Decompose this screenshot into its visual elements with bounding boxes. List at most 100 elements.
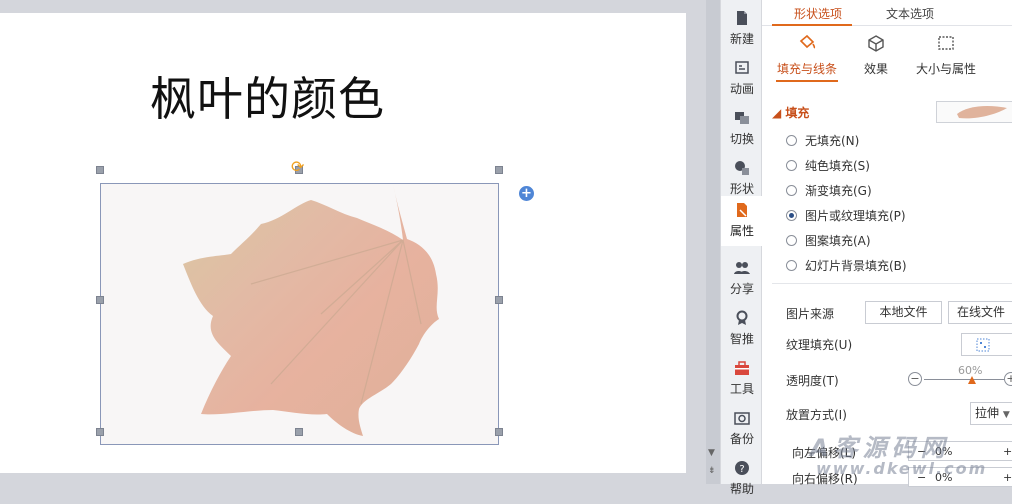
radio-button[interactable] (786, 185, 797, 196)
panel-subtabs: 填充与线条 效果 大小与属性 (762, 34, 1012, 84)
subtab-effects[interactable]: 效果 (858, 34, 894, 77)
resize-handle-top-left[interactable] (96, 166, 104, 174)
active-tab-indicator (772, 24, 852, 26)
collapse-triangle-icon: ◢ (772, 106, 782, 120)
radio-button[interactable] (786, 135, 797, 146)
placement-label: 放置方式(I) (786, 408, 847, 422)
online-file-button[interactable]: 在线文件 (948, 301, 1012, 324)
sidebar-item-label: 分享 (729, 282, 754, 296)
texture-fill-dropdown[interactable] (961, 333, 1012, 356)
sidebar-item-label: 智推 (729, 332, 754, 346)
resize-handle-bottom-left[interactable] (96, 428, 104, 436)
fill-option-label: 渐变填充(G) (805, 184, 872, 198)
fill-option-label: 图片或纹理填充(P) (805, 209, 906, 223)
fill-option-solid[interactable]: 纯色填充(S) (786, 157, 870, 175)
vertical-scrollbar[interactable]: ▼ ⇟ (706, 0, 720, 484)
rotate-handle-icon[interactable]: ⟳ (291, 159, 304, 175)
resize-handle-top-right[interactable] (495, 166, 503, 174)
resize-handle-right[interactable] (495, 296, 503, 304)
sidebar-item-animation[interactable]: 动画 (721, 54, 763, 104)
increment-icon[interactable]: + (1003, 471, 1012, 484)
sidebar-item-help[interactable]: ? 帮助 (721, 454, 763, 504)
resize-handle-bottom-right[interactable] (495, 428, 503, 436)
sidebar-item-smart-recommend[interactable]: 智推 (721, 304, 763, 354)
sidebar-item-label: 形状 (729, 182, 754, 196)
leaf-picture[interactable] (100, 183, 499, 445)
fill-option-pattern[interactable]: 图案填充(A) (786, 232, 871, 250)
radio-button-checked[interactable] (786, 210, 797, 221)
section-divider (772, 283, 1012, 284)
cube-icon (868, 35, 884, 52)
shapes-icon (735, 161, 749, 175)
subtab-label: 大小与属性 (915, 62, 976, 76)
radio-button[interactable] (786, 260, 797, 271)
radio-button[interactable] (786, 160, 797, 171)
transparency-slider[interactable] (924, 379, 1004, 380)
fill-option-label: 无填充(N) (805, 134, 860, 148)
tab-shape-options[interactable]: 形状选项 (794, 5, 842, 22)
local-file-button[interactable]: 本地文件 (865, 301, 942, 324)
placement-dropdown[interactable]: 拉伸 ▼ (970, 402, 1012, 425)
fill-section-title: 填充 (785, 106, 810, 120)
texture-grid-icon (976, 338, 990, 352)
sidebar-item-label: 工具 (729, 382, 754, 396)
slide-editor-area: 枫叶的颜色 ⟳ + (0, 0, 706, 484)
paint-bucket-icon (799, 34, 816, 49)
watermark: A客源码网 www.dkewl.com (810, 428, 987, 478)
sidebar-item-share[interactable]: 分享 (721, 254, 763, 304)
fill-option-label: 纯色填充(S) (805, 159, 870, 173)
toolbox-icon (735, 361, 749, 375)
fill-option-slide-background[interactable]: 幻灯片背景填充(B) (786, 257, 907, 275)
sidebar-item-backup[interactable]: 备份 (721, 404, 763, 454)
transition-icon (735, 112, 749, 124)
svg-text:?: ? (739, 464, 744, 475)
image-source-label: 图片来源 (786, 307, 835, 321)
fill-option-gradient[interactable]: 渐变填充(G) (786, 182, 872, 200)
resize-handle-left[interactable] (96, 296, 104, 304)
resize-handle-bottom[interactable] (295, 428, 303, 436)
radio-button[interactable] (786, 235, 797, 246)
fill-option-picture-or-texture[interactable]: 图片或纹理填充(P) (786, 207, 906, 225)
sidebar-item-properties[interactable]: 属性 (721, 196, 763, 246)
side-rail: 新建 动画 切换 形状 属性 分享 智推 工具 备份 ? 帮助 (720, 0, 763, 496)
scroll-bottom-arrow-icon[interactable]: ⇟ (708, 466, 716, 476)
leaf-thumbnail (957, 106, 1007, 119)
sidebar-item-tools[interactable]: 工具 (721, 354, 763, 404)
sidebar-item-label: 新建 (729, 32, 754, 46)
texture-fill-label: 纹理填充(U) (786, 338, 853, 352)
fill-option-label: 幻灯片背景填充(B) (805, 259, 907, 273)
watermark-line-1: A客源码网 (810, 434, 950, 462)
fill-option-label: 图案填充(A) (805, 234, 871, 248)
fill-option-none[interactable]: 无填充(N) (786, 132, 859, 150)
transparency-increase-button[interactable]: + (1004, 372, 1012, 386)
active-subtab-indicator (776, 80, 838, 82)
help-icon: ? (735, 461, 749, 475)
quick-add-icon[interactable]: + (519, 186, 534, 201)
animation-icon (735, 61, 749, 74)
increment-icon[interactable]: + (1003, 445, 1012, 458)
smart-recommend-icon (736, 310, 748, 325)
chevron-down-icon: ▼ (1002, 410, 1010, 420)
slide-title[interactable]: 枫叶的颜色 (150, 63, 385, 129)
size-icon (938, 36, 954, 50)
slide-canvas[interactable]: 枫叶的颜色 ⟳ + (0, 13, 686, 473)
subtab-fill-and-line[interactable]: 填充与线条 (776, 34, 838, 77)
sidebar-item-label: 备份 (729, 432, 754, 446)
sidebar-item-transition[interactable]: 切换 (721, 104, 763, 154)
subtab-size-and-properties[interactable]: 大小与属性 (914, 34, 978, 77)
fill-section-header[interactable]: ◢ 填充 (772, 104, 809, 121)
sidebar-item-label: 帮助 (729, 482, 754, 496)
maple-leaf-image (183, 184, 439, 436)
sidebar-item-label: 切换 (729, 132, 754, 146)
scroll-down-arrow-icon[interactable]: ▼ (708, 448, 715, 458)
new-file-icon (737, 11, 747, 25)
fill-preview-swatch[interactable] (936, 101, 1012, 123)
subtab-label: 效果 (863, 62, 888, 76)
subtab-label: 填充与线条 (776, 62, 837, 76)
share-icon (734, 262, 750, 274)
sidebar-item-label: 属性 (729, 224, 754, 238)
tab-text-options[interactable]: 文本选项 (886, 5, 934, 22)
transparency-decrease-button[interactable]: − (908, 372, 922, 386)
sidebar-item-new[interactable]: 新建 (721, 4, 763, 54)
transparency-slider-thumb[interactable] (968, 376, 976, 384)
